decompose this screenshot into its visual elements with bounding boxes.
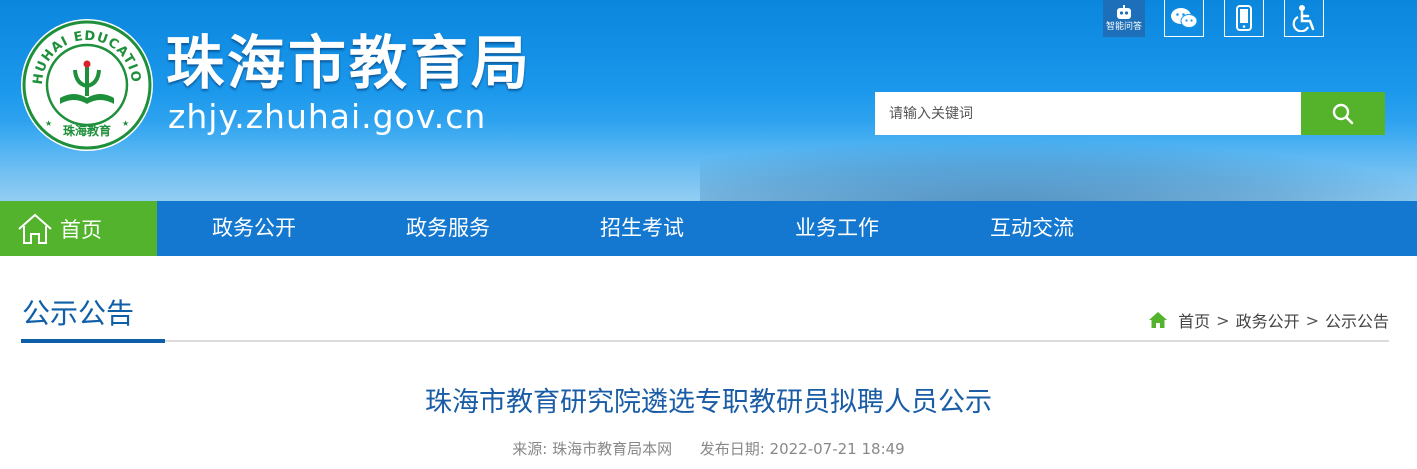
logo-emblem-icon: ZHUHAI EDUCATION 珠海教育 ★ ★ [14, 7, 153, 151]
smart-qa-label: 智能问答 [1105, 22, 1142, 32]
wechat-button[interactable] [1164, 0, 1204, 37]
robot-icon [1117, 5, 1131, 19]
breadcrumb-home-icon [1148, 311, 1168, 329]
breadcrumb-separator: > [1216, 310, 1230, 330]
accessibility-button[interactable] [1284, 0, 1324, 37]
nav-item-business-work[interactable]: 业务工作 [795, 201, 879, 256]
site-name: 珠海市教育局 [166, 29, 533, 97]
nav-item-admissions-exams[interactable]: 招生考试 [600, 201, 684, 256]
mobile-button[interactable] [1224, 0, 1264, 37]
source-label: 来源: [512, 440, 548, 458]
article-title: 珠海市教育研究院遴选专职教研员拟聘人员公示 [425, 387, 992, 418]
svg-text:★: ★ [45, 119, 52, 128]
breadcrumb-separator: > [1305, 310, 1319, 330]
nav-item-government-affairs[interactable]: 政务公开 [212, 201, 296, 256]
breadcrumb: 首页 > 政务公开 > 公示公告 [1148, 308, 1389, 332]
source-value: 珠海市教育局本网 [552, 440, 673, 458]
main-nav: 首页 政务公开 政务服务 招生考试 业务工作 互动交流 [0, 201, 1417, 256]
header-banner: ZHUHAI EDUCATION 珠海教育 ★ ★ 珠海市教育局 zhjy.zh… [0, 0, 1417, 201]
site-logo[interactable]: ZHUHAI EDUCATION 珠海教育 ★ ★ [14, 7, 154, 152]
nav-item-government-services[interactable]: 政务服务 [406, 201, 490, 256]
breadcrumb-announcements[interactable]: 公示公告 [1325, 308, 1389, 332]
search-input[interactable] [875, 92, 1301, 135]
search-icon [1332, 103, 1354, 124]
mobile-icon [1236, 5, 1252, 31]
accessibility-icon [1292, 5, 1315, 32]
logo-bottom-text: 珠海教育 [63, 123, 111, 138]
home-icon [18, 213, 52, 244]
svg-text:★: ★ [122, 119, 129, 128]
home-icon-wrap [16, 212, 54, 246]
search-button[interactable] [1301, 92, 1385, 135]
section-title: 公示公告 [22, 297, 135, 330]
site-url: zhjy.zhuhai.gov.cn [168, 97, 487, 136]
search-bar [875, 92, 1385, 135]
wechat-icon [1171, 8, 1198, 28]
nav-item-interaction[interactable]: 互动交流 [990, 201, 1074, 256]
nav-item-home[interactable]: 首页 [0, 201, 157, 256]
section-divider [21, 340, 1389, 342]
smart-qa-button[interactable]: 智能问答 [1103, 0, 1145, 37]
publish-date-label: 发布日期: [699, 440, 765, 458]
banner-coastline [700, 139, 1417, 201]
breadcrumb-home[interactable]: 首页 [1178, 308, 1210, 332]
article-meta: 来源: 珠海市教育局本网 发布日期: 2022-07-21 18:49 [0, 438, 1417, 459]
breadcrumb-government-affairs[interactable]: 政务公开 [1236, 308, 1300, 332]
section-divider-accent [21, 339, 165, 343]
nav-home-label: 首页 [60, 217, 102, 242]
publish-date-value: 2022-07-21 18:49 [769, 440, 905, 458]
